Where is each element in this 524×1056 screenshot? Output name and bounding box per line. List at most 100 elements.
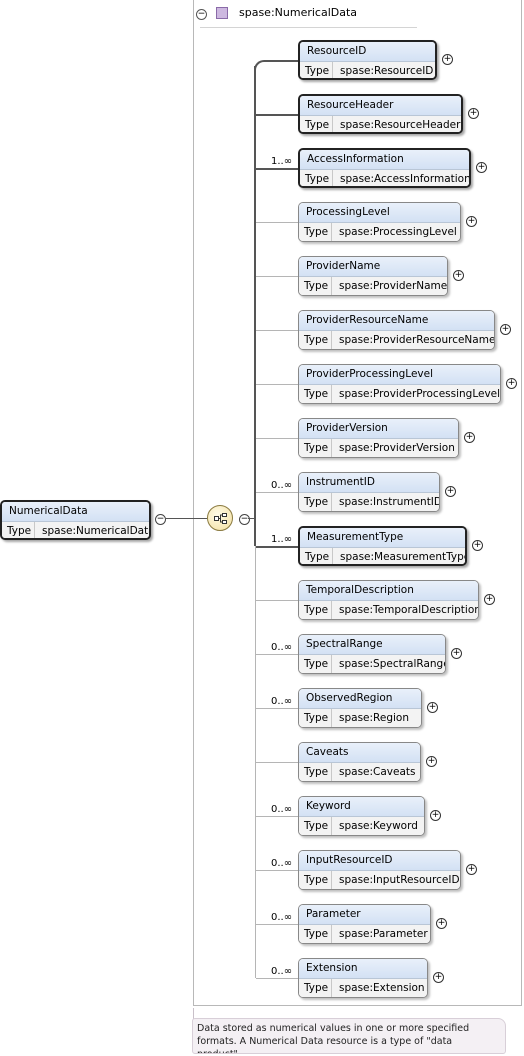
type-label: Type: [299, 439, 332, 457]
element-instrumentid[interactable]: InstrumentID Type spase:InstrumentID: [298, 472, 440, 512]
element-name: ResourceID: [300, 42, 435, 62]
element-name: AccessInformation: [300, 150, 469, 170]
root-element-numericaldata[interactable]: NumericalData Type spase:NumericalData: [0, 500, 151, 540]
type-label: Type: [299, 601, 332, 619]
type-label: Type: [2, 522, 35, 538]
element-name: SpectralRange: [299, 635, 445, 655]
expand-button[interactable]: +: [445, 486, 456, 497]
element-name: Parameter: [299, 905, 430, 925]
root-collapse-button[interactable]: −: [155, 514, 166, 525]
element-type: spase:Keyword: [339, 820, 418, 832]
element-type: spase:MeasurementType: [340, 551, 467, 563]
element-type: spase:Caveats: [339, 766, 416, 778]
cardinality-label: 0..∞: [271, 480, 293, 491]
expand-button[interactable]: +: [426, 756, 437, 767]
collapse-type-button[interactable]: −: [196, 9, 207, 20]
type-label: Type: [299, 925, 332, 943]
element-name: ProcessingLevel: [299, 203, 460, 223]
element-measurementtype[interactable]: MeasurementType Type spase:MeasurementType: [298, 526, 467, 566]
element-connector: [256, 870, 298, 871]
element-spectralrange[interactable]: SpectralRange Type spase:SpectralRange: [298, 634, 446, 674]
type-label: Type: [299, 763, 332, 781]
element-type: spase:AccessInformation: [340, 173, 471, 185]
element-providerversion[interactable]: ProviderVersion Type spase:ProviderVersion: [298, 418, 459, 458]
element-type: spase:Extension: [339, 982, 425, 994]
element-type: spase:Region: [339, 712, 409, 724]
expand-button[interactable]: +: [476, 162, 487, 173]
element-inputresourceid[interactable]: InputResourceID Type spase:InputResourceID: [298, 850, 461, 890]
type-label: Type: [299, 709, 332, 727]
header-divider: [200, 27, 417, 28]
annotation-line-1: Data stored as numerical values in one o…: [197, 1023, 470, 1034]
element-resourceheader[interactable]: ResourceHeader Type spase:ResourceHeader: [298, 94, 463, 134]
element-extension[interactable]: Extension Type spase:Extension: [298, 958, 428, 998]
root-element-type: spase:NumericalData: [42, 525, 151, 537]
type-label: Type: [300, 62, 333, 78]
cardinality-label: 0..∞: [271, 804, 293, 815]
root-connector: [165, 518, 207, 519]
expand-button[interactable]: +: [472, 540, 483, 551]
element-name: ProviderProcessingLevel: [299, 365, 500, 385]
expand-button[interactable]: +: [466, 864, 477, 875]
element-parameter[interactable]: Parameter Type spase:Parameter: [298, 904, 431, 944]
expand-button[interactable]: +: [436, 918, 447, 929]
element-name: Keyword: [299, 797, 424, 817]
expand-button[interactable]: +: [468, 108, 479, 119]
cardinality-label: 0..∞: [271, 696, 293, 707]
cardinality-label: 0..∞: [271, 912, 293, 923]
sequence-compositor-icon[interactable]: [207, 505, 233, 531]
type-label: Type: [299, 655, 332, 673]
expand-button[interactable]: +: [506, 378, 517, 389]
complex-type-title: spase:NumericalData: [239, 6, 358, 19]
cardinality-label: 0..∞: [271, 966, 293, 977]
element-connector: [256, 816, 298, 817]
type-label: Type: [299, 979, 332, 997]
element-name: ProviderVersion: [299, 419, 458, 439]
element-connector: [266, 60, 298, 62]
element-type: spase:ProviderProcessingLevel: [339, 388, 501, 400]
element-processinglevel[interactable]: ProcessingLevel Type spase:ProcessingLevel: [298, 202, 461, 242]
element-name: MeasurementType: [300, 528, 465, 548]
expand-button[interactable]: +: [430, 810, 441, 821]
expand-button[interactable]: +: [442, 54, 453, 65]
expand-button[interactable]: +: [453, 270, 464, 281]
annotation: Data stored as numerical values in one o…: [192, 1018, 506, 1054]
expand-button[interactable]: +: [433, 972, 444, 983]
expand-button[interactable]: +: [427, 702, 438, 713]
element-observedregion[interactable]: ObservedRegion Type spase:Region: [298, 688, 422, 728]
type-label: Type: [300, 170, 333, 186]
element-caveats[interactable]: Caveats Type spase:Caveats: [298, 742, 421, 782]
cardinality-label: 1..∞: [271, 534, 293, 545]
element-connector: [256, 438, 298, 439]
element-keyword[interactable]: Keyword Type spase:Keyword: [298, 796, 425, 836]
expand-button[interactable]: +: [464, 432, 475, 443]
expand-button[interactable]: +: [466, 216, 477, 227]
element-connector: [256, 708, 298, 709]
expand-button[interactable]: +: [484, 594, 495, 605]
cardinality-label: 1..∞: [271, 156, 293, 167]
type-label: Type: [299, 385, 332, 403]
cardinality-label: 0..∞: [271, 642, 293, 653]
element-providerresourcename[interactable]: ProviderResourceName Type spase:ProviderRe…: [298, 310, 495, 350]
element-providerprocessinglevel[interactable]: ProviderProcessingLevel Type spase:Provide…: [298, 364, 501, 404]
expand-button[interactable]: +: [500, 324, 511, 335]
element-name: InstrumentID: [299, 473, 439, 493]
element-name: Caveats: [299, 743, 420, 763]
type-label: Type: [299, 817, 332, 835]
type-label: Type: [300, 116, 333, 132]
element-providername[interactable]: ProviderName Type spase:ProviderName: [298, 256, 448, 296]
element-temporaldescription[interactable]: TemporalDescription Type spase:TemporalDes…: [298, 580, 479, 620]
element-type: spase:ResourceID: [340, 65, 434, 77]
element-connector: [256, 168, 298, 170]
element-type: spase:ProviderName: [339, 280, 448, 292]
element-connector: [256, 762, 298, 763]
root-element-name: NumericalData: [2, 502, 149, 522]
element-name: Extension: [299, 959, 427, 979]
element-accessinformation[interactable]: AccessInformation Type spase:AccessInforma…: [298, 148, 471, 188]
element-resourceid[interactable]: ResourceID Type spase:ResourceID: [298, 40, 437, 80]
expand-button[interactable]: +: [451, 648, 462, 659]
element-connector: [256, 654, 298, 655]
element-connector: [256, 384, 298, 385]
type-label: Type: [299, 277, 332, 295]
sequence-collapse-button[interactable]: −: [239, 514, 250, 525]
